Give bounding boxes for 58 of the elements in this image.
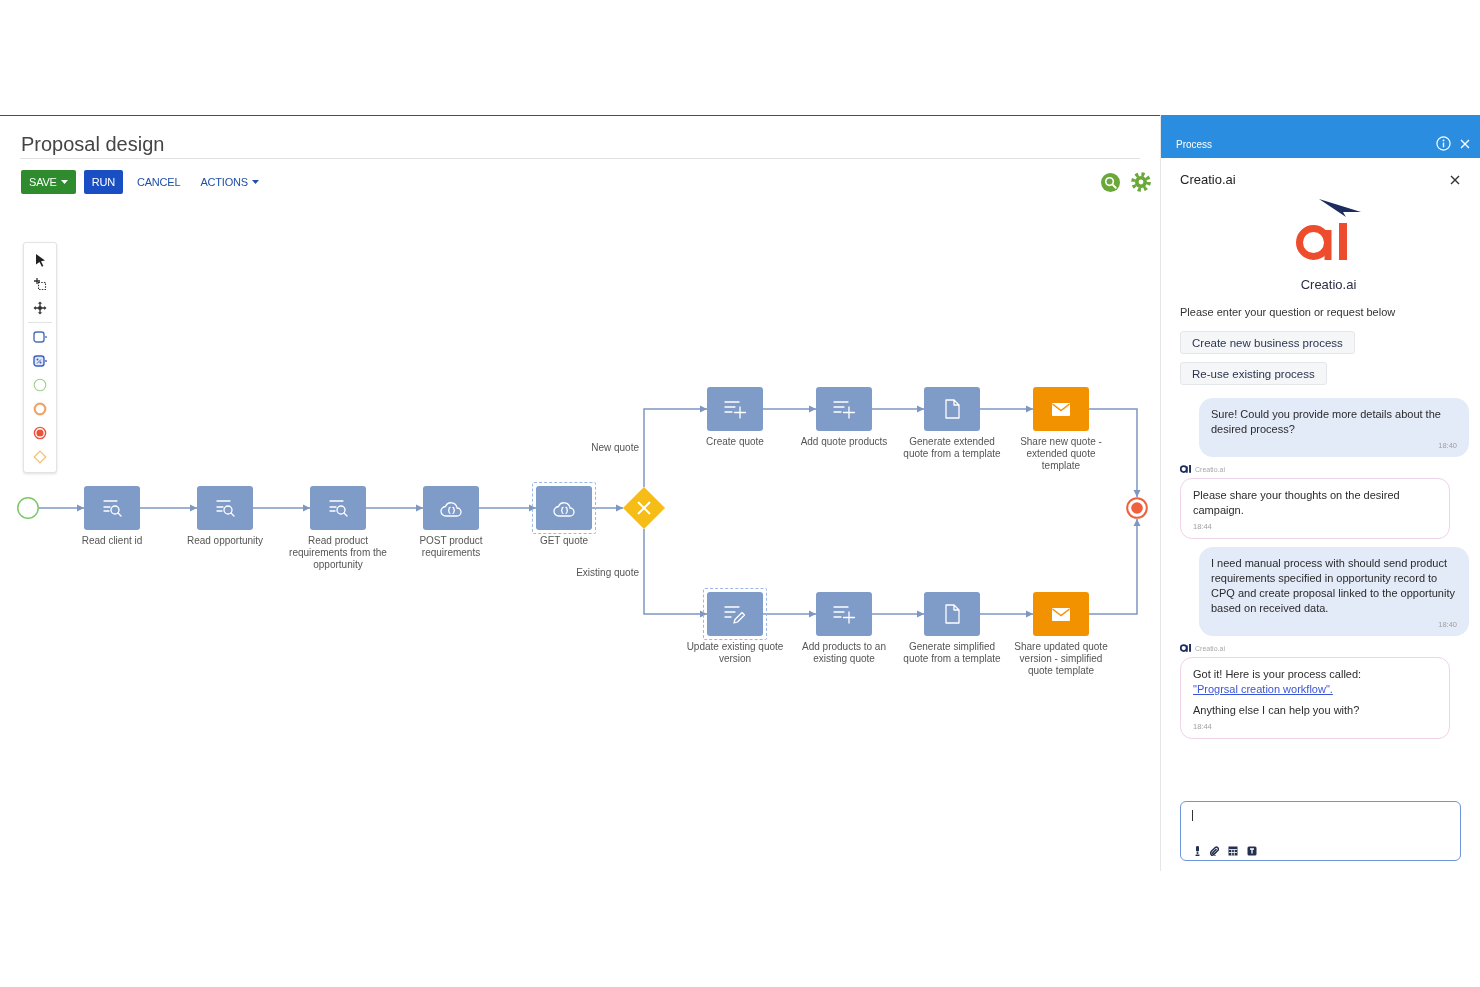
marquee-select-icon[interactable] xyxy=(33,277,47,291)
node-label: Generate extended quote from a template xyxy=(902,436,1002,460)
move-arrows-icon[interactable] xyxy=(33,301,47,315)
message-text: Anything else I can help you with? xyxy=(1193,703,1361,718)
logo-icon xyxy=(1180,465,1191,473)
run-button[interactable]: RUN xyxy=(83,170,123,194)
node-label: Add quote products xyxy=(800,436,888,448)
branch-label: Existing quote xyxy=(576,567,639,579)
suggestion-button[interactable]: Re-use existing process xyxy=(1180,362,1327,385)
actions-button[interactable]: ACTIONS xyxy=(194,170,265,194)
exclamation-icon[interactable] xyxy=(1195,846,1200,856)
message-input[interactable] xyxy=(1180,801,1461,861)
logo-caption: Creatio.ai xyxy=(1300,277,1357,293)
message-text: Please share your thoughts on the desired campaign. xyxy=(1193,488,1401,518)
text-tool-icon[interactable] xyxy=(1247,846,1257,856)
node-label: Read product requirements from the opportunity xyxy=(288,535,388,571)
logo-icon xyxy=(1180,644,1191,652)
node-label: Update existing quote version xyxy=(685,641,785,665)
message-link[interactable]: "Progrsal creation workflow". xyxy=(1193,683,1333,695)
end-event-circle xyxy=(1126,497,1148,519)
table-icon[interactable] xyxy=(1228,846,1238,856)
node-label: Read client id xyxy=(81,535,143,547)
message-text: I need manual process with should send product requirements specified in opportunity record to CPQ and create proposal linked to the opportunity based on received data. xyxy=(1211,556,1456,616)
node-label: Share new quote - extended quote template xyxy=(1019,436,1103,472)
list-plus-icon xyxy=(832,604,856,624)
node-label: Create quote xyxy=(706,436,764,448)
save-button[interactable]: SAVE xyxy=(21,170,76,194)
node-label: Add products to an existing quote xyxy=(801,641,887,665)
node-label: POST product requirements xyxy=(418,535,484,559)
pointer-icon[interactable] xyxy=(33,253,47,267)
node-label: Generate simplified quote from a template xyxy=(902,641,1002,665)
node-label: Share updated quote version - simplified quote template xyxy=(1013,641,1109,677)
message-text: Sure! Could you provide more details about the desired process? xyxy=(1211,407,1442,437)
assistant-title: Creatio.ai xyxy=(1180,171,1236,189)
branch-label: New quote xyxy=(591,442,639,454)
settings-icon[interactable] xyxy=(1131,172,1151,192)
cancel-button[interactable]: CANCEL xyxy=(130,170,187,194)
start-event-circle xyxy=(17,497,39,519)
list-plus-icon xyxy=(723,399,747,419)
node-label: GET quote xyxy=(539,535,589,547)
text-cursor-icon xyxy=(1192,810,1193,821)
ai-logo xyxy=(1296,199,1361,261)
info-icon[interactable] xyxy=(1436,136,1451,151)
list-plus-icon xyxy=(832,399,856,419)
message-text: Got it! Here is your process called: "Progrsal creation workflow". xyxy=(1193,667,1363,697)
subprocess-shape-icon[interactable] xyxy=(33,354,47,368)
list-pencil-icon xyxy=(723,604,747,624)
close-icon[interactable] xyxy=(1450,175,1460,185)
suggestion-button[interactable]: Create new business process xyxy=(1180,331,1355,354)
page-title: Proposal design xyxy=(20,132,165,156)
panel-title: Process xyxy=(1176,139,1213,151)
paperclip-icon[interactable] xyxy=(1209,846,1219,856)
target-icon[interactable] xyxy=(33,426,47,440)
gateway-diamond xyxy=(623,487,665,529)
prompt-text: Please enter your question or request below xyxy=(1180,305,1396,319)
search-icon[interactable] xyxy=(1101,172,1120,192)
task-shape-icon[interactable] xyxy=(33,330,47,344)
node-label: Read opportunity xyxy=(186,535,264,547)
